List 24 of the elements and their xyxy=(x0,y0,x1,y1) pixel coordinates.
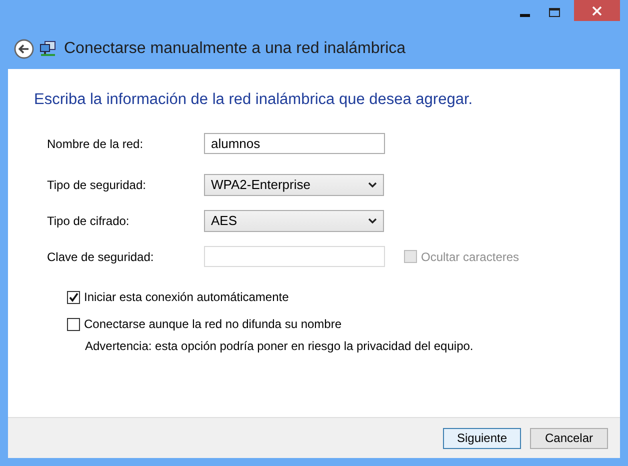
field-label: Nombre de la red: xyxy=(47,136,144,150)
close-icon xyxy=(592,6,602,16)
close-button[interactable] xyxy=(574,0,620,21)
warning-text: Advertencia: esta opción podría poner en riesgo la privacidad del equipo. xyxy=(84,339,474,353)
checkbox-label: Ocultar caracteres xyxy=(421,250,520,264)
field-label: Tipo de seguridad: xyxy=(47,178,147,192)
network-icon xyxy=(40,40,56,56)
back-icon[interactable] xyxy=(14,38,34,58)
checkbox-label: Iniciar esta conexión automáticamente xyxy=(84,290,289,304)
text-field[interactable]: alumnos xyxy=(204,133,385,154)
dropdown[interactable]: WPA2-Enterprise xyxy=(204,174,384,196)
caret-icon xyxy=(368,218,377,224)
caret-icon xyxy=(368,182,377,188)
instruction-heading: Escriba la información de la red inalámbrica que desea agregar. xyxy=(34,91,474,109)
checkbox-label: Conectarse aunque la red no difunda su nombre xyxy=(84,317,342,331)
dropdown[interactable]: AES xyxy=(204,210,384,232)
maximize-icon[interactable] xyxy=(549,8,560,17)
window-title: Conectarse manualmente a una red inalámbrica xyxy=(64,40,406,58)
field-label: Clave de seguridad: xyxy=(47,250,155,264)
checkbox[interactable] xyxy=(67,318,80,330)
dialog-button[interactable]: Siguiente xyxy=(443,428,521,448)
dialog-button[interactable]: Cancelar xyxy=(530,428,608,448)
field-label: Tipo de cifrado: xyxy=(47,214,130,228)
checkbox[interactable] xyxy=(67,290,80,304)
